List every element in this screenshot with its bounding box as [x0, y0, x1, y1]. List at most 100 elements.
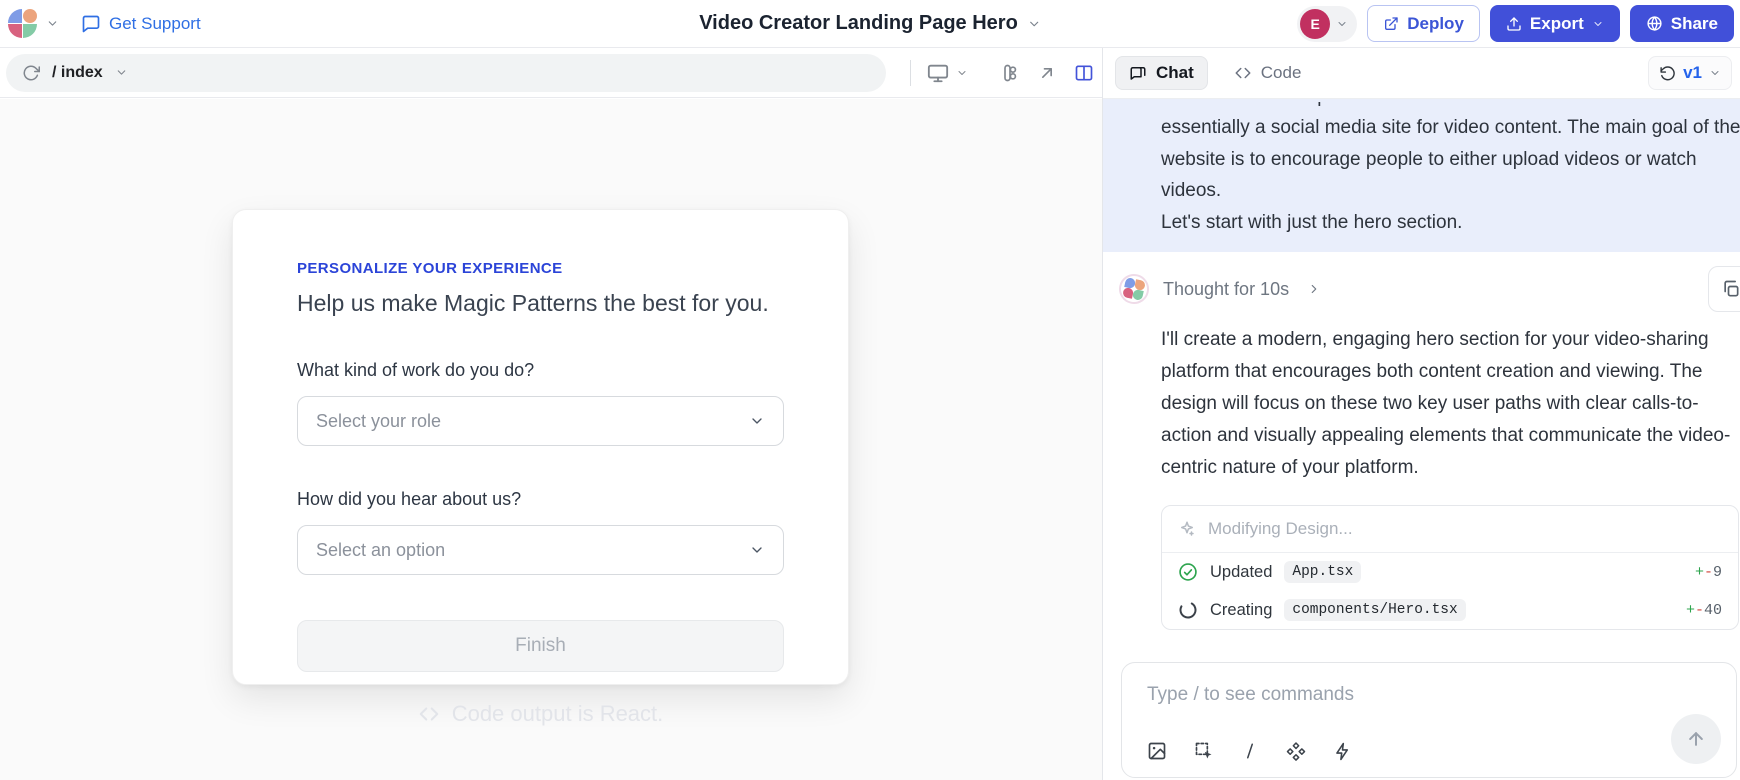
history-icon: [1659, 65, 1676, 82]
route-path: / index: [52, 64, 103, 82]
image-attach-icon[interactable]: [1147, 741, 1167, 761]
share-button[interactable]: Share: [1630, 5, 1734, 42]
chevron-down-icon: [956, 67, 968, 79]
version-label: v1: [1683, 63, 1702, 83]
diff-stats: +-9: [1695, 564, 1722, 581]
build-status-row[interactable]: Modifying Design...: [1162, 506, 1738, 553]
header-actions: E Deploy Export: [1297, 5, 1734, 42]
chevron-down-icon: [749, 413, 765, 429]
chat-panel: Chat Code v1 that lets creators uplo: [1102, 48, 1740, 780]
get-support-label: Get Support: [109, 14, 201, 34]
finish-button[interactable]: Finish: [297, 620, 784, 672]
share-label: Share: [1671, 14, 1718, 34]
code-icon: [1234, 64, 1252, 82]
code-icon: [418, 703, 440, 725]
split-panel-icon[interactable]: [1074, 63, 1094, 83]
chevron-down-icon: [1592, 18, 1604, 30]
send-button[interactable]: [1671, 714, 1721, 764]
assistant-message-text: I'll create a modern, engaging hero sect…: [1161, 324, 1740, 484]
user-message-text: Let's start with just the hero section.: [1161, 207, 1740, 239]
chat-bubble-icon: [81, 14, 101, 34]
file-action-label: Creating: [1210, 601, 1272, 620]
user-message-text: essentially a social media site for vide…: [1161, 112, 1740, 207]
version-selector[interactable]: v1: [1648, 56, 1732, 90]
chevron-down-icon: [46, 17, 59, 30]
clipped-message-line: that lets creators upload and share thei…: [1161, 102, 1716, 112]
panel-tab-bar: Chat Code v1: [1103, 48, 1740, 99]
open-in-new-window-icon[interactable]: [1037, 63, 1057, 83]
deploy-label: Deploy: [1407, 14, 1464, 34]
file-change-row[interactable]: Creating components/Hero.tsx +-40: [1162, 591, 1738, 629]
build-progress-card: Modifying Design... Updated App.tsx +-9 …: [1161, 505, 1739, 630]
referral-question-label: How did you hear about us?: [297, 489, 784, 510]
chat-input[interactable]: [1147, 679, 1640, 711]
chevron-down-icon: [749, 542, 765, 558]
build-status-label: Modifying Design...: [1208, 519, 1353, 539]
device-size-selector[interactable]: [927, 62, 968, 84]
arrow-up-icon: [1686, 729, 1706, 749]
app-window: Get Support Video Creator Landing Page H…: [0, 0, 1740, 780]
components-diamond-icon[interactable]: [1286, 741, 1306, 761]
project-title-dropdown[interactable]: Video Creator Landing Page Hero: [699, 12, 1041, 35]
chevron-down-icon: [1709, 67, 1721, 79]
role-select-value: Select your role: [316, 411, 441, 432]
avatar: E: [1300, 9, 1330, 39]
tab-code-label: Code: [1261, 63, 1302, 83]
export-button[interactable]: Export: [1490, 5, 1620, 42]
export-label: Export: [1530, 14, 1584, 34]
logo-menu-button[interactable]: [8, 9, 59, 39]
modal-heading: Help us make Magic Patterns the best for…: [297, 290, 784, 317]
assistant-avatar: [1116, 271, 1152, 307]
spinner-icon: [1178, 600, 1198, 620]
thought-label: Thought for 10s: [1163, 279, 1289, 300]
chat-bubbles-icon: [1129, 64, 1147, 82]
lightning-icon[interactable]: [1333, 742, 1352, 761]
role-question-label: What kind of work do you do?: [297, 360, 784, 381]
toolbar-divider: [910, 60, 911, 86]
tab-chat-label: Chat: [1156, 63, 1194, 83]
preview-canvas: PERSONALIZE YOUR EXPERIENCE Help us make…: [0, 99, 1102, 780]
referral-select-value: Select an option: [316, 540, 445, 561]
code-output-note: Code output is React.: [232, 701, 849, 727]
file-chip[interactable]: components/Hero.tsx: [1284, 599, 1465, 621]
chat-composer: [1121, 662, 1737, 778]
get-support-button[interactable]: Get Support: [81, 14, 201, 34]
top-header: Get Support Video Creator Landing Page H…: [0, 0, 1740, 48]
chevron-down-icon: [1027, 17, 1041, 31]
chevron-down-icon: [1336, 18, 1348, 30]
magic-patterns-logo-icon: [8, 9, 38, 39]
composer-toolbar: [1147, 741, 1352, 761]
globe-icon: [1646, 15, 1663, 32]
file-chip[interactable]: App.tsx: [1284, 561, 1361, 583]
route-bar[interactable]: / index: [6, 54, 886, 92]
diff-stats: +-40: [1686, 602, 1722, 619]
file-action-label: Updated: [1210, 563, 1272, 582]
modal-eyebrow: PERSONALIZE YOUR EXPERIENCE: [297, 260, 784, 277]
select-element-icon[interactable]: [1194, 741, 1214, 761]
copy-message-button[interactable]: [1708, 266, 1740, 312]
tab-chat[interactable]: Chat: [1115, 56, 1208, 90]
user-message-bubble: that lets creators upload and share thei…: [1103, 99, 1740, 252]
external-link-icon: [1383, 16, 1399, 32]
deploy-button[interactable]: Deploy: [1367, 5, 1480, 42]
file-change-row[interactable]: Updated App.tsx +-9: [1162, 553, 1738, 591]
monitor-icon: [927, 62, 949, 84]
thought-toggle[interactable]: Thought for 10s: [1119, 274, 1740, 304]
page-title: Video Creator Landing Page Hero: [699, 12, 1018, 35]
component-icon[interactable]: [1000, 63, 1020, 83]
code-output-label: Code output is React.: [452, 701, 664, 727]
account-menu-button[interactable]: E: [1297, 6, 1357, 42]
chevron-right-icon: [1307, 282, 1321, 296]
slash-command-icon[interactable]: [1241, 741, 1259, 761]
personalize-modal: PERSONALIZE YOUR EXPERIENCE Help us make…: [232, 209, 849, 685]
tab-code[interactable]: Code: [1226, 57, 1310, 89]
preview-toolbar: / index: [0, 48, 1102, 98]
chevron-down-icon: [115, 66, 128, 79]
role-select[interactable]: Select your role: [297, 396, 784, 446]
copy-icon: [1721, 279, 1740, 299]
sparkle-icon: [1178, 520, 1196, 538]
check-circle-icon: [1178, 562, 1198, 582]
referral-select[interactable]: Select an option: [297, 525, 784, 575]
upload-icon: [1506, 16, 1522, 32]
refresh-icon[interactable]: [22, 64, 40, 82]
